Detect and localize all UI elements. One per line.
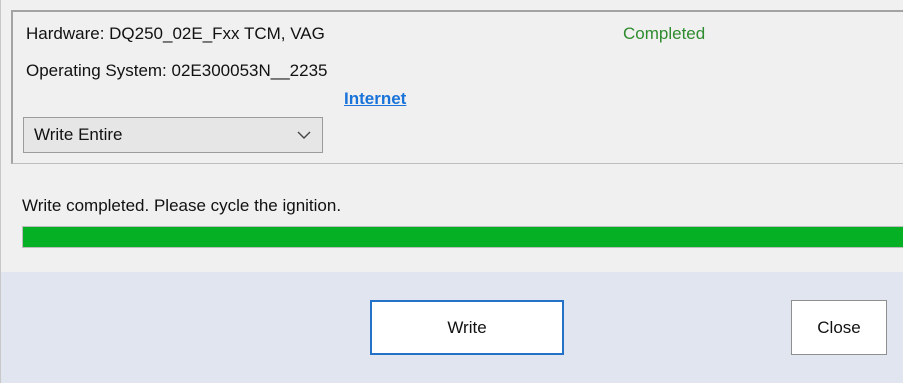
progress-message: Write completed. Please cycle the igniti… xyxy=(22,196,342,215)
ecu-info-panel: Hardware: DQ250_02E_Fxx TCM, VAG Complet… xyxy=(11,10,903,164)
progress-bar-fill xyxy=(23,227,903,247)
chevron-down-icon xyxy=(297,131,311,139)
write-mode-selected-value: Write Entire xyxy=(34,125,123,144)
write-button[interactable]: Write xyxy=(370,300,564,355)
progress-bar xyxy=(22,226,903,248)
close-button[interactable]: Close xyxy=(791,300,887,355)
status-label: Completed xyxy=(623,24,706,43)
ecu-write-dialog: Hardware: DQ250_02E_Fxx TCM, VAG Complet… xyxy=(0,0,903,383)
progress-section: Write completed. Please cycle the igniti… xyxy=(1,164,903,272)
hardware-label: Hardware: DQ250_02E_Fxx TCM, VAG xyxy=(26,24,325,43)
operating-system-label: Operating System: 02E300053N__2235 xyxy=(26,61,328,80)
internet-link[interactable]: Internet xyxy=(344,89,406,109)
button-bar: Write Close xyxy=(1,272,903,383)
write-mode-select[interactable]: Write Entire xyxy=(23,117,323,153)
